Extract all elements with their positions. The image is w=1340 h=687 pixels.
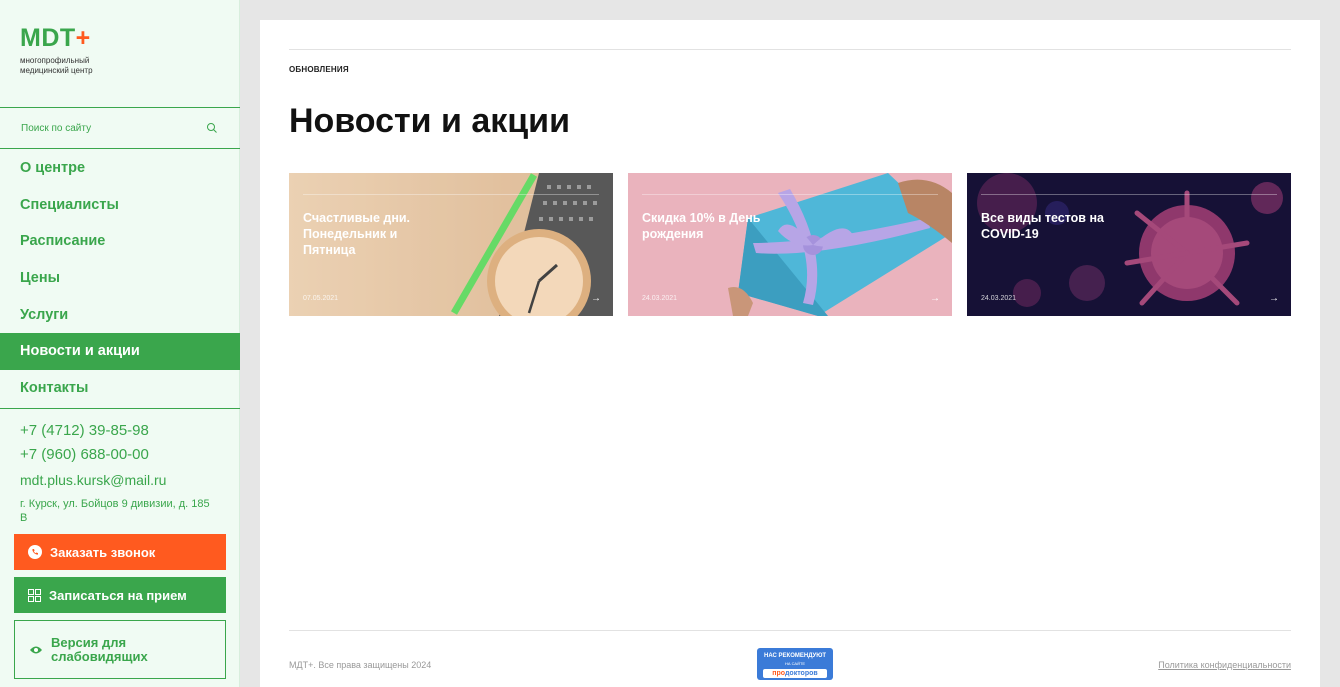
nav-item-contacts[interactable]: Контакты	[0, 370, 240, 407]
badge-mid-text: НА САЙТЕ	[784, 661, 806, 666]
nav-item-services[interactable]: Услуги	[0, 297, 240, 334]
badge-logo: продокторов	[763, 669, 827, 678]
logo-text: MDT+	[20, 24, 91, 52]
divider	[289, 49, 1291, 50]
news-card[interactable]: Скидка 10% в День рождения 24.03.2021 →	[628, 173, 952, 316]
call-back-label: Заказать звонок	[50, 544, 156, 560]
section-label: ОБНОВЛЕНИЯ	[289, 65, 349, 74]
privacy-policy-link[interactable]: Политика конфиденциальности	[1158, 660, 1291, 670]
book-appointment-label: Записаться на прием	[49, 587, 187, 603]
arrow-right-icon: →	[591, 293, 601, 304]
logo[interactable]: MDT+ многопрофильный медицинский центр	[20, 24, 110, 76]
nav-item-news[interactable]: Новости и акции	[0, 333, 240, 371]
sidebar: MDT+ многопрофильный медицинский центр О…	[0, 0, 240, 687]
grid-icon	[28, 588, 41, 602]
badge-top-text: НАС РЕКОМЕНДУЮТ	[764, 653, 826, 659]
card-title: Счастливые дни. Понедельник и Пятница	[303, 211, 411, 257]
page-title: Новости и акции	[289, 102, 570, 140]
card-date: 07.05.2021	[303, 295, 339, 302]
logo-tagline: многопрофильный медицинский центр	[20, 56, 93, 75]
phone-icon	[28, 545, 42, 559]
address: г. Курск, ул. Бойцов 9 дивизии, д. 185 В	[20, 498, 210, 524]
nav-item-prices[interactable]: Цены	[0, 260, 240, 297]
nav-item-about[interactable]: О центре	[0, 150, 240, 187]
arrow-right-icon: →	[930, 293, 940, 304]
footer-divider	[289, 630, 1291, 631]
card-divider	[981, 194, 1277, 195]
card-title: Все виды тестов на COVID-19	[981, 211, 1104, 241]
card-divider	[642, 194, 938, 195]
low-vision-label: Версия для слабовидящих	[51, 634, 148, 664]
call-back-button[interactable]: Заказать звонок	[14, 534, 226, 570]
book-appointment-button[interactable]: Записаться на прием	[14, 577, 226, 613]
main-nav: О центре Специалисты Расписание Цены Усл…	[0, 150, 240, 407]
news-card[interactable]: Все виды тестов на COVID-19 24.03.2021 →	[967, 173, 1291, 316]
prodoctorov-badge[interactable]: НАС РЕКОМЕНДУЮТ НА САЙТЕ продокторов	[757, 648, 833, 680]
copyright: МДТ+. Все права защищены 2024	[289, 660, 432, 670]
news-cards: Счастливые дни. Понедельник и Пятница 07…	[289, 173, 1291, 316]
phone-link-1[interactable]: +7 (4712) 39-85-98	[20, 419, 220, 443]
card-date: 24.03.2021	[642, 295, 678, 302]
search-icon[interactable]	[206, 122, 218, 134]
nav-item-schedule[interactable]: Расписание	[0, 223, 240, 260]
main-content: ОБНОВЛЕНИЯ Новости и акции Счастливые дн…	[260, 20, 1320, 687]
card-title: Скидка 10% в День рождения	[642, 211, 761, 241]
email-link[interactable]: mdt.plus.kursk@mail.ru	[20, 467, 220, 493]
contacts-block: +7 (4712) 39-85-98 +7 (960) 688-00-00 md…	[0, 408, 240, 525]
news-card[interactable]: Счастливые дни. Понедельник и Пятница 07…	[289, 173, 613, 316]
phone-link-2[interactable]: +7 (960) 688-00-00	[20, 443, 220, 467]
nav-item-specialists[interactable]: Специалисты	[0, 187, 240, 224]
low-vision-button[interactable]: Версия для слабовидящих	[14, 620, 226, 679]
card-divider	[303, 194, 599, 195]
card-date: 24.03.2021	[981, 295, 1017, 302]
search-bar	[0, 107, 240, 149]
search-input[interactable]	[21, 122, 191, 134]
eye-icon	[30, 646, 42, 653]
arrow-right-icon: →	[1269, 293, 1279, 304]
